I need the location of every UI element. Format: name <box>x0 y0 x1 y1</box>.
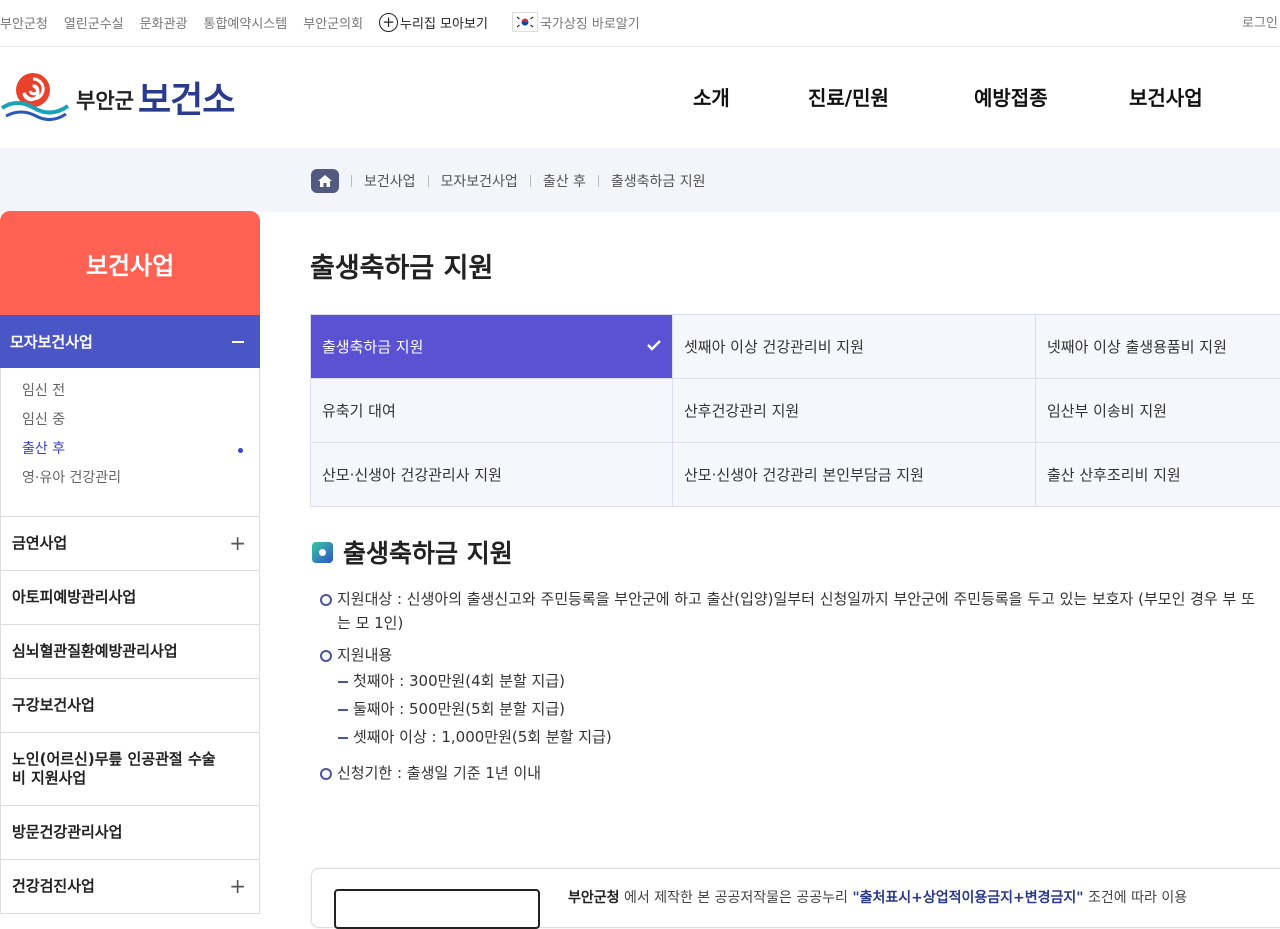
dash-bullet-icon <box>338 737 348 739</box>
support-item: 첫째아 : 300만원(4회 분할 지급) <box>320 669 1260 697</box>
logo-health-center-text: 보건소 <box>137 80 235 121</box>
tab-row: 산모·신생아 건강관리사 지원 산모·신생아 건강관리 본인부담금 지원 출산 … <box>310 443 1280 507</box>
submenu-item-infant-care[interactable]: 영·유아 건강관리 <box>1 468 259 497</box>
submenu-item-pre-pregnancy[interactable]: 임신 전 <box>1 381 259 410</box>
submenu-item-postpartum[interactable]: 출산 후 <box>1 439 259 468</box>
sidebar-title: 보건사업 <box>0 211 260 315</box>
expand-plus-icon[interactable]: + <box>229 533 246 553</box>
link-mayor-office[interactable]: 열린군수실 <box>64 13 124 32</box>
breadcrumb-separator <box>351 175 352 187</box>
license-text: 부안군청 에서 제작한 본 공공저작물은 공공누리 "출처표시+상업적이용금지+… <box>568 890 1188 906</box>
kogl-badge-icon <box>334 889 540 929</box>
breadcrumb-separator <box>427 175 429 187</box>
section-bullet-icon <box>312 541 333 563</box>
breadcrumb-item[interactable]: 모자보건사업 <box>441 171 518 191</box>
sidebar-item-atopy[interactable]: 아토피예방관리사업 <box>1 571 259 625</box>
circle-bullet-icon <box>320 594 332 606</box>
kogl-license-box: 부안군청 에서 제작한 본 공공저작물은 공공누리 "출처표시+상업적이용금지+… <box>311 868 1280 929</box>
buan-emblem-icon <box>0 73 70 121</box>
tab-postpartum-care[interactable]: 산후건강관리 지원 <box>673 379 1036 442</box>
content-support: 지원내용 <box>320 643 1260 667</box>
tab-row: 출생축하금 지원 셋째아 이상 건강관리비 지원 넷째아 이상 출생용품비 지원 <box>310 315 1280 379</box>
tab-birth-celebration[interactable]: 출생축하금 지원 <box>310 315 673 378</box>
sidebar-submenu: 임신 전 임신 중 출산 후 영·유아 건강관리 <box>0 368 260 517</box>
breadcrumb-current: 출생축하금 지원 <box>610 174 706 190</box>
section-title: 출생축하금 지원 <box>312 534 513 570</box>
sidebar-item-home-visit[interactable]: 방문건강관리사업 <box>1 806 259 860</box>
nav-vaccination[interactable]: 예방접종 <box>974 82 1048 111</box>
sidebar-menu: 금연사업 + 아토피예방관리사업 심뇌혈관질환예방관리사업 구강보건사업 노인(어… <box>0 517 260 914</box>
nuri-collection-label: 누리집 모아보기 <box>400 16 488 32</box>
sidebar-item-label: 모자보건사업 <box>10 333 93 351</box>
page-title: 출생축하금 지원 <box>310 253 494 284</box>
tab-caregiver[interactable]: 산모·신생아 건강관리사 지원 <box>310 443 673 506</box>
sidebar-item-smoking-cessation[interactable]: 금연사업 + <box>1 517 259 571</box>
content-tab-grid: 출생축하금 지원 셋째아 이상 건강관리비 지원 넷째아 이상 출생용품비 지원… <box>310 314 1280 507</box>
tab-breast-pump[interactable]: 유축기 대여 <box>310 379 673 442</box>
family-site-links: 부안군청 열린군수실 문화관광 통합예약시스템 부안군의회 + 누리집 모아보기… <box>0 12 640 32</box>
breadcrumb-separator <box>529 175 531 187</box>
tab-transport[interactable]: 임산부 이송비 지원 <box>1036 379 1280 442</box>
logo-county-text: 부안군 <box>76 89 134 113</box>
breadcrumb-item[interactable]: 출산 후 <box>543 171 586 191</box>
national-symbol-label: 국가상징 바로알기 <box>539 16 640 32</box>
link-culture-tourism[interactable]: 문화관광 <box>140 13 188 32</box>
plus-circle-icon: + <box>379 12 399 32</box>
tab-row: 유축기 대여 산후건강관리 지원 임산부 이송비 지원 <box>310 379 1280 443</box>
content-deadline: 신청기한 : 출생일 기준 1년 이내 <box>320 761 1260 785</box>
national-symbol-link[interactable]: 국가상징 바로알기 <box>511 12 640 32</box>
site-header: 부안군 보건소 소개 진료/민원 예방접종 보건사업 <box>0 48 1280 148</box>
login-link[interactable]: 로그인 <box>1242 12 1278 31</box>
active-dot-icon <box>238 448 243 453</box>
sidebar-item-maternal-child[interactable]: 모자보건사업 <box>0 315 260 368</box>
link-county-council[interactable]: 부안군의회 <box>303 13 363 32</box>
circle-bullet-icon <box>320 650 332 662</box>
breadcrumb-separator <box>597 175 599 187</box>
check-icon <box>647 340 661 351</box>
support-list: 첫째아 : 300만원(4회 분할 지급) 둘째아 : 500만원(5회 분할 … <box>320 669 1260 753</box>
dash-bullet-icon <box>338 709 348 711</box>
utility-bar: 부안군청 열린군수실 문화관광 통합예약시스템 부안군의회 + 누리집 모아보기… <box>0 0 1280 47</box>
nav-intro[interactable]: 소개 <box>693 82 730 111</box>
nav-clinic-civil[interactable]: 진료/민원 <box>808 82 889 111</box>
tab-postnatal-center[interactable]: 출산 산후조리비 지원 <box>1036 443 1280 506</box>
breadcrumb-bar: 보건사업 모자보건사업 출산 후 출생축하금 지원 <box>0 148 1280 212</box>
home-icon[interactable] <box>311 169 339 193</box>
submenu-item-pregnancy[interactable]: 임신 중 <box>1 410 259 439</box>
sidebar-item-knee-surgery[interactable]: 노인(어르신)무릎 인공관절 수술비 지원사업 <box>1 733 259 806</box>
expand-plus-icon[interactable]: + <box>229 876 246 896</box>
sidebar-item-checkup[interactable]: 건강검진사업 + <box>1 860 259 914</box>
nuri-collection-button[interactable]: + 누리집 모아보기 <box>379 12 488 32</box>
tab-copayment[interactable]: 산모·신생아 건강관리 본인부담금 지원 <box>673 443 1036 506</box>
sidebar-item-cardio[interactable]: 심뇌혈관질환예방관리사업 <box>1 625 259 679</box>
link-buan-county[interactable]: 부안군청 <box>0 13 48 32</box>
support-item: 둘째아 : 500만원(5회 분할 지급) <box>320 697 1260 725</box>
tab-third-child-health[interactable]: 셋째아 이상 건강관리비 지원 <box>673 315 1036 378</box>
collapse-icon[interactable] <box>232 341 244 343</box>
breadcrumb-item[interactable]: 보건사업 <box>364 171 416 191</box>
site-logo[interactable]: 부안군 보건소 <box>0 70 235 124</box>
dash-bullet-icon <box>338 681 348 683</box>
korean-flag-icon <box>511 12 538 32</box>
sidebar-item-oral-health[interactable]: 구강보건사업 <box>1 679 259 733</box>
circle-bullet-icon <box>320 768 332 780</box>
content-target: 지원대상 : 신생아의 출생신고와 주민등록을 부안군에 하고 출산(입양)일부… <box>320 587 1260 635</box>
support-item: 셋째아 이상 : 1,000만원(5회 분할 지급) <box>320 725 1260 753</box>
content-body: 지원대상 : 신생아의 출생신고와 주민등록을 부안군에 하고 출산(입양)일부… <box>320 587 1260 793</box>
nav-health-projects[interactable]: 보건사업 <box>1129 82 1203 111</box>
link-reservation-system[interactable]: 통합예약시스템 <box>204 13 288 32</box>
tab-fourth-child-supplies[interactable]: 넷째아 이상 출생용품비 지원 <box>1036 315 1280 378</box>
breadcrumb: 보건사업 모자보건사업 출산 후 출생축하금 지원 <box>311 169 706 193</box>
